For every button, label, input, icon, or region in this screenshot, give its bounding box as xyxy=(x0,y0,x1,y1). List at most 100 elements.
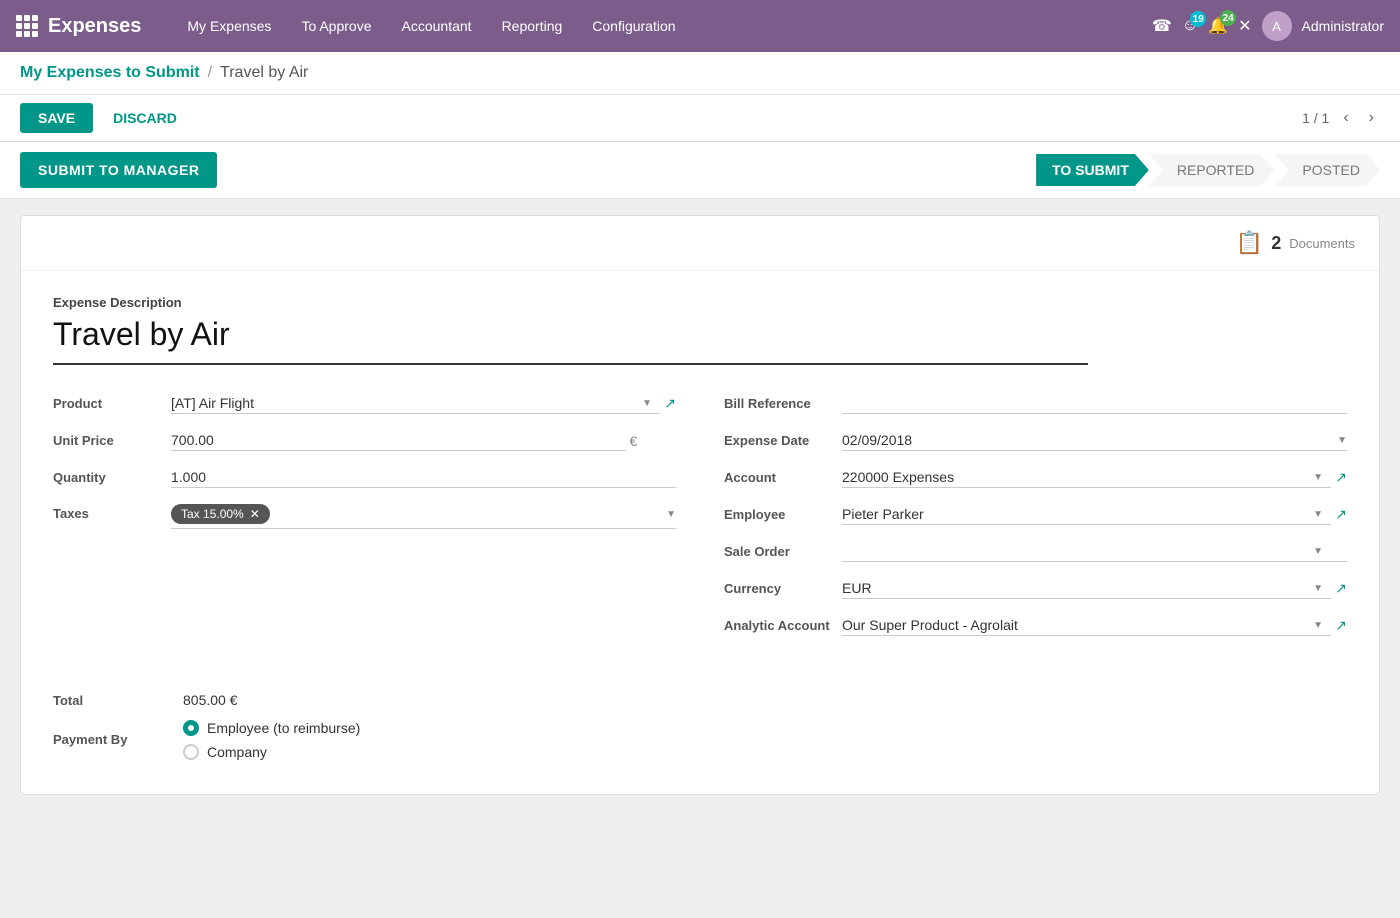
chat-badge: 19 xyxy=(1190,11,1206,27)
avatar: A xyxy=(1262,11,1292,41)
form-col-left: Product [AT] Air Flight ▼ ↗ Unit Price xyxy=(53,393,676,652)
date-dropdown-arrow: ▼ xyxy=(1337,435,1347,446)
nav-accountant[interactable]: Accountant xyxy=(390,12,484,40)
account-external-link[interactable]: ↗ xyxy=(1335,469,1347,486)
expense-description-label: Expense Description xyxy=(53,295,1347,310)
breadcrumb-parent[interactable]: My Expenses to Submit xyxy=(20,64,200,82)
analytic-account-label: Analytic Account xyxy=(724,618,834,633)
unit-price-input[interactable] xyxy=(171,430,626,451)
discard-button[interactable]: DISCARD xyxy=(103,103,187,133)
employee-select[interactable]: Pieter Parker xyxy=(842,504,1331,525)
admin-label: Administrator xyxy=(1302,18,1384,34)
status-step-reported: REPORTED xyxy=(1149,154,1275,186)
total-section: Total 805.00 € Payment By Employee (to r… xyxy=(21,676,1379,760)
nav-to-approve[interactable]: To Approve xyxy=(289,12,383,40)
documents-icon: 📋 xyxy=(1236,230,1263,256)
form-col-right: Bill Reference Expense Date ▼ Account xyxy=(724,393,1347,652)
pagination-text: 1 / 1 xyxy=(1302,110,1329,126)
currency-external-link[interactable]: ↗ xyxy=(1335,580,1347,597)
bill-reference-label: Bill Reference xyxy=(724,396,834,411)
currency-field: Currency EUR ▼ ↗ xyxy=(724,578,1347,599)
nav-reporting[interactable]: Reporting xyxy=(490,12,575,40)
radio-employee-filled xyxy=(183,720,199,736)
expense-card: 📋 2 Documents Expense Description Travel… xyxy=(20,215,1380,795)
analytic-external-link[interactable]: ↗ xyxy=(1335,617,1347,634)
taxes-label: Taxes xyxy=(53,506,163,521)
quantity-label: Quantity xyxy=(53,470,163,485)
next-button[interactable]: › xyxy=(1363,107,1380,129)
nav-configuration[interactable]: Configuration xyxy=(580,12,687,40)
documents-label: Documents xyxy=(1289,236,1355,251)
main-content: 📋 2 Documents Expense Description Travel… xyxy=(0,199,1400,811)
total-value: 805.00 € xyxy=(183,692,238,708)
prev-button[interactable]: ‹ xyxy=(1337,107,1354,129)
app-logo: Expenses xyxy=(16,15,141,38)
sale-order-select[interactable] xyxy=(842,541,1347,562)
unit-price-currency: € xyxy=(630,433,638,449)
save-button[interactable]: SAVE xyxy=(20,103,93,133)
status-steps: TO SUBMIT REPORTED POSTED xyxy=(1036,154,1380,186)
form-row-main: Product [AT] Air Flight ▼ ↗ Unit Price xyxy=(53,393,1347,652)
product-label: Product xyxy=(53,396,163,411)
radio-company-empty xyxy=(183,744,199,760)
currency-select-wrap: EUR ▼ ↗ xyxy=(842,578,1347,599)
breadcrumb: My Expenses to Submit / Travel by Air xyxy=(0,52,1400,95)
submit-to-manager-button[interactable]: SUBMIT TO MANAGER xyxy=(20,152,217,188)
topnav: Expenses My Expenses To Approve Accounta… xyxy=(0,0,1400,52)
nav-my-expenses[interactable]: My Expenses xyxy=(175,12,283,40)
account-select[interactable]: 220000 Expenses xyxy=(842,467,1331,488)
expense-date-label: Expense Date xyxy=(724,433,834,448)
expense-date-wrap: ▼ xyxy=(842,430,1347,451)
sale-order-field: Sale Order ▼ xyxy=(724,541,1347,562)
taxes-dropdown-arrow[interactable]: ▼ xyxy=(666,509,676,520)
breadcrumb-current: Travel by Air xyxy=(220,64,308,82)
product-external-link[interactable]: ↗ xyxy=(664,395,676,412)
employee-field: Employee Pieter Parker ▼ ↗ xyxy=(724,504,1347,525)
status-step-posted: POSTED xyxy=(1274,154,1380,186)
quantity-input[interactable] xyxy=(171,467,676,488)
payment-company-label: Company xyxy=(207,744,267,760)
tax-remove-icon[interactable]: ✕ xyxy=(250,507,260,521)
analytic-select-wrap: Our Super Product - Agrolait ▼ ↗ xyxy=(842,615,1347,636)
payment-employee-label: Employee (to reimburse) xyxy=(207,720,360,736)
documents-button[interactable]: 📋 2 Documents xyxy=(1236,230,1355,256)
payment-employee-option[interactable]: Employee (to reimburse) xyxy=(183,720,360,736)
currency-label: Currency xyxy=(724,581,834,596)
phone-icon[interactable]: ☎ xyxy=(1152,16,1172,36)
status-step-to-submit: TO SUBMIT xyxy=(1036,154,1149,186)
topnav-right: ☎ ☺ 19 🔔 24 ✕ A Administrator xyxy=(1152,11,1384,41)
notification-icon[interactable]: 🔔 24 xyxy=(1208,16,1228,36)
employee-select-wrap: Pieter Parker ▼ ↗ xyxy=(842,504,1347,525)
taxes-field: Taxes Tax 15.00% ✕ ▼ xyxy=(53,504,676,529)
form-body: Expense Description Travel by Air Produc… xyxy=(21,271,1379,676)
action-bar: SAVE DISCARD 1 / 1 ‹ › xyxy=(0,95,1400,142)
expense-date-field: Expense Date ▼ xyxy=(724,430,1347,451)
bill-reference-input[interactable] xyxy=(842,393,1347,414)
account-field: Account 220000 Expenses ▼ ↗ xyxy=(724,467,1347,488)
analytic-select[interactable]: Our Super Product - Agrolait xyxy=(842,615,1331,636)
notification-badge: 24 xyxy=(1220,10,1236,26)
tax-badge-text: Tax 15.00% xyxy=(181,507,244,521)
tax-badge: Tax 15.00% ✕ xyxy=(171,504,270,524)
chat-icon[interactable]: ☺ 19 xyxy=(1182,17,1198,35)
app-title: Expenses xyxy=(48,15,141,38)
grid-icon xyxy=(16,15,38,37)
documents-count: 2 xyxy=(1271,233,1281,254)
product-select[interactable]: [AT] Air Flight xyxy=(171,393,660,414)
analytic-account-field: Analytic Account Our Super Product - Agr… xyxy=(724,615,1347,636)
product-select-wrap: [AT] Air Flight ▼ ↗ xyxy=(171,393,676,414)
account-select-wrap: 220000 Expenses ▼ ↗ xyxy=(842,467,1347,488)
sale-order-label: Sale Order xyxy=(724,544,834,559)
total-row: Total 805.00 € xyxy=(53,692,1347,708)
employee-external-link[interactable]: ↗ xyxy=(1335,506,1347,523)
close-icon[interactable]: ✕ xyxy=(1238,16,1251,36)
payment-company-option[interactable]: Company xyxy=(183,744,360,760)
breadcrumb-separator: / xyxy=(208,64,212,82)
expense-date-input[interactable] xyxy=(842,430,1333,450)
status-bar: SUBMIT TO MANAGER TO SUBMIT REPORTED POS… xyxy=(0,142,1400,199)
taxes-input-wrap: Tax 15.00% ✕ ▼ xyxy=(171,504,676,529)
currency-select[interactable]: EUR xyxy=(842,578,1331,599)
expense-title-field[interactable]: Travel by Air xyxy=(53,316,1088,365)
unit-price-label: Unit Price xyxy=(53,433,163,448)
main-nav: My Expenses To Approve Accountant Report… xyxy=(175,12,1128,40)
